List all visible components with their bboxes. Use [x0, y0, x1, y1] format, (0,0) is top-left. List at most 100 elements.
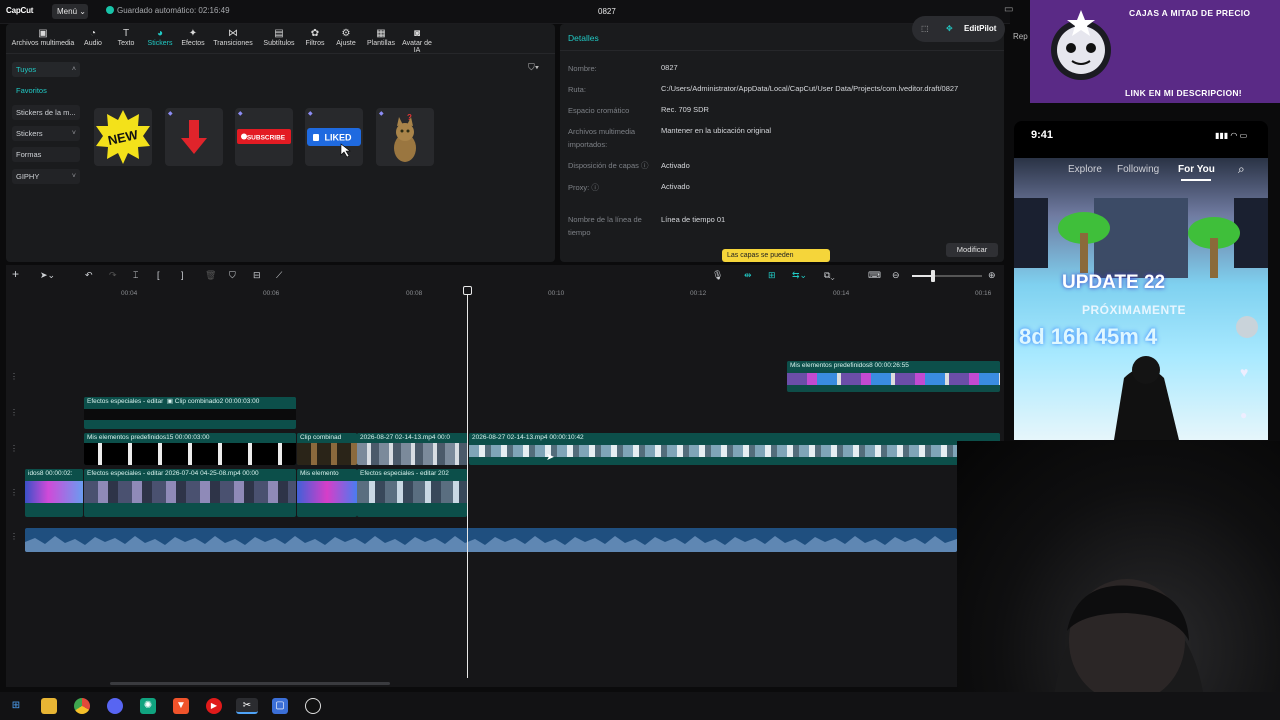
tab-ai-avatar[interactable]: ◙ Avatar de IA [398, 27, 436, 54]
ruler-label: 00:12 [690, 290, 707, 297]
tab-media[interactable]: ▣ Archivos multimedia [9, 27, 77, 47]
sticker-icon: ◕ [156, 28, 164, 39]
split-view-icon[interactable]: ⧉⌄ [824, 270, 835, 281]
trim-left-icon[interactable]: [ [157, 270, 160, 280]
timeline-clip[interactable]: 2026-08-27 02-14-13.mp4 00:0 [357, 433, 468, 465]
heart-icon[interactable]: ♥ [1240, 364, 1248, 380]
timeline-clip[interactable]: Efectos especiales - editar ▣ Clip combi… [84, 397, 296, 429]
brave-icon[interactable]: ▼ [173, 698, 189, 714]
filter-icon[interactable]: ⛉▾ [528, 62, 539, 73]
discord-icon[interactable] [107, 698, 123, 714]
shield-icon[interactable]: ⛉ [229, 270, 236, 281]
sidebar-item-favoritos[interactable]: Favoritos [12, 83, 80, 98]
playhead-handle[interactable] [463, 286, 472, 295]
comment-icon[interactable]: ● [1240, 408, 1247, 422]
microphone-icon[interactable]: 🎙 [712, 270, 723, 281]
sticker-cat[interactable]: ◆ ? [376, 108, 434, 166]
menu-button[interactable]: Menú ⌄ [52, 4, 88, 19]
field-label-path: Ruta: [568, 85, 586, 94]
snap-icon[interactable]: ⊞ [768, 270, 776, 281]
cursor-pointer-icon: ⬚ [921, 24, 929, 33]
preview-axis-icon[interactable]: ⇆⌄ [792, 270, 807, 281]
feed-tab-explore[interactable]: Explore [1068, 164, 1102, 175]
sidebar-item-stickers[interactable]: Stickers ˅ [12, 126, 80, 141]
add-track-icon[interactable]: + [12, 267, 19, 281]
select-cursor-icon[interactable]: ➤⌄ [40, 270, 55, 281]
obs-icon[interactable] [305, 698, 321, 714]
editpilot-button[interactable]: ⬚ ✥ EditPilot [912, 16, 1005, 42]
zoom-out-icon[interactable]: ⊖ [892, 270, 900, 281]
timeline-clip[interactable]: Mis elemento [297, 469, 357, 517]
modify-button[interactable]: Modificar [946, 243, 998, 257]
premium-gem-icon: ◆ [168, 111, 173, 117]
details-panel: Detalles Nombre: 0827 Ruta: C:/Users/Adm… [560, 24, 1004, 262]
sticker-arrow-down[interactable]: ◆ [165, 108, 223, 166]
track-menu-icon[interactable]: ⋮ [10, 488, 18, 497]
tab-text[interactable]: T Texto [114, 27, 138, 47]
layers-tooltip: Las capas se pueden [722, 249, 830, 262]
update-title: UPDATE 22 [1062, 272, 1166, 293]
avatar[interactable] [1236, 316, 1258, 338]
tab-templates[interactable]: ▦ Plantillas [362, 27, 400, 47]
feed-tab-following[interactable]: Following [1117, 164, 1159, 175]
chrome-icon[interactable] [74, 698, 90, 714]
timeline-clip[interactable]: Efectos especiales - editar 202 [357, 469, 467, 517]
crop-icon[interactable]: ⊟ [253, 270, 261, 281]
sticker-new[interactable]: NEW [94, 108, 152, 166]
timeline-scrollbar[interactable] [110, 682, 390, 685]
audio-track[interactable] [25, 528, 957, 552]
chatgpt-icon[interactable]: ✺ [140, 698, 156, 714]
zoom-slider-handle[interactable] [931, 270, 935, 282]
timeline-clip[interactable]: Efectos especiales - editar 2026-07-04 0… [84, 469, 296, 517]
tab-stickers[interactable]: ◕ Stickers [145, 27, 175, 47]
timeline-clip[interactable]: Clip combinad [297, 433, 357, 465]
track-menu-icon[interactable]: ⋮ [10, 372, 18, 381]
tab-audio[interactable]: ◔ Audio [81, 27, 105, 47]
sidebar-item-formas[interactable]: Formas [12, 147, 80, 162]
clip-thumbnails [84, 443, 296, 465]
track-menu-icon[interactable]: ⋮ [10, 532, 18, 541]
banner-link-text: LINK EN MI DESCRIPCION! [1125, 88, 1242, 98]
tab-effects[interactable]: ✦ Efectos [178, 27, 208, 47]
delete-icon[interactable]: 🗑 [205, 270, 216, 281]
search-icon[interactable]: ⌕ [1238, 162, 1245, 177]
split-icon[interactable]: ⌶ [133, 270, 138, 281]
capcut-icon[interactable]: ✂ [236, 698, 258, 714]
files-icon[interactable] [41, 698, 57, 714]
tab-rep[interactable]: Rep [1013, 32, 1028, 41]
svg-text:SUBSCRIBE: SUBSCRIBE [247, 135, 286, 142]
chevron-down-icon: ˅ [71, 173, 76, 180]
trim-right-icon[interactable]: ] [181, 270, 184, 280]
sticker-subscribe[interactable]: ◆ SUBSCRIBE [235, 108, 293, 166]
clip-title: Mis elementos predefinidos15 00:00:03:00 [84, 433, 296, 443]
sidebar-item-giphy[interactable]: GIPHY ˅ [12, 169, 80, 184]
tab-adjust[interactable]: ⚙ Ajuste [332, 27, 360, 47]
track-menu-icon[interactable]: ⋮ [10, 408, 18, 417]
redo-icon[interactable]: ↷ [109, 270, 117, 281]
playhead[interactable] [467, 286, 468, 678]
youtube-icon[interactable]: ▶ [206, 698, 222, 714]
timeline-clip[interactable]: Mis elementos predefinidos15 00:00:03:00 [84, 433, 296, 465]
link-clips-icon[interactable]: ⇹ [744, 270, 752, 281]
track-menu-icon[interactable]: ⋮ [10, 444, 18, 453]
undo-icon[interactable]: ↶ [85, 270, 93, 281]
windows-icon[interactable]: ⊞ [8, 698, 24, 714]
clip-title: Mis elemento [297, 469, 357, 479]
timeline-clip[interactable]: idos8 00:00:02: [25, 469, 83, 517]
sidebar-item-tuyos[interactable]: Tuyos ˄ [12, 62, 80, 77]
feed-tab-for-you[interactable]: For You [1178, 164, 1215, 175]
tab-transitions[interactable]: ⋈ Transiciones [210, 27, 256, 47]
layout-icon[interactable]: ▭ [1004, 4, 1013, 15]
keyboard-icon[interactable]: ⌨ [868, 270, 881, 281]
sticker-liked[interactable]: ◆ LIKED [305, 108, 363, 166]
clip-title: 2026-08-27 02-14-13.mp4 00:0 [357, 433, 468, 443]
tab-filters[interactable]: ✿ Filtros [301, 27, 329, 47]
zoom-in-icon[interactable]: ⊕ [988, 270, 996, 281]
field-value-path: C:/Users/Administrator/AppData/Local/Cap… [661, 84, 959, 93]
tab-subtitles[interactable]: ▤ Subtítulos [260, 27, 298, 47]
timeline-clip[interactable]: Mis elementos predefinidos8 00:00:26:55 [787, 361, 1000, 392]
notes-icon[interactable]: ▢ [272, 698, 288, 714]
magic-wand-icon[interactable]: ⟋ [276, 270, 282, 281]
sidebar-item-stickers-de-la-m[interactable]: Stickers de la m... [12, 105, 80, 120]
subtitles-icon: ▤ [274, 28, 284, 39]
